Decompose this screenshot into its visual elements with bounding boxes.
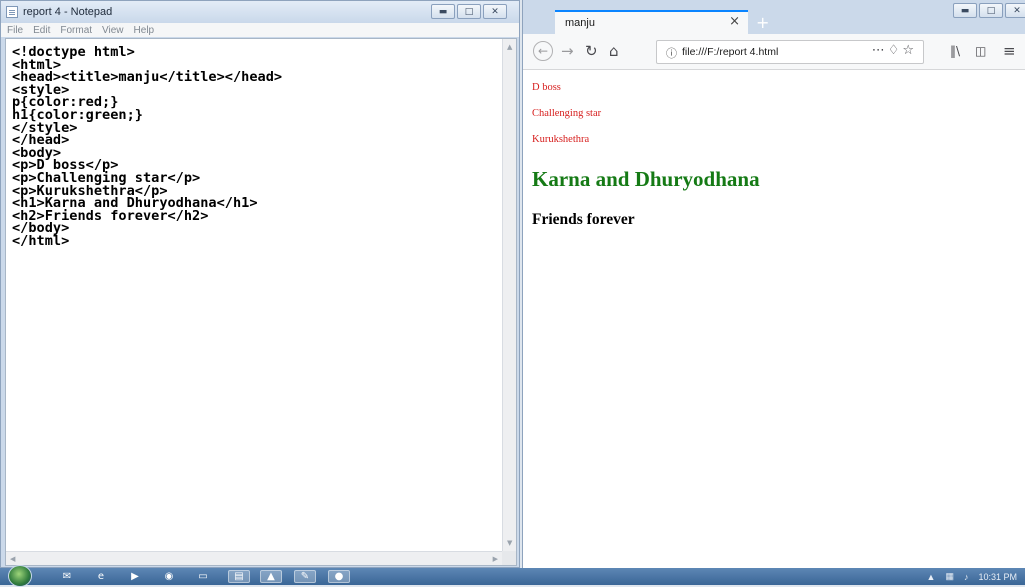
notepad-title: report 4 - Notepad: [23, 6, 113, 18]
notepad-text-area[interactable]: <!doctype html> <html> <head><title>manj…: [5, 38, 517, 566]
firefox-window: manju × + ▬ □ ✕ ← → ↻ ⌂ ⓘ file:///F:/rep…: [522, 0, 1025, 568]
taskbar-ie-icon[interactable]: e: [90, 570, 112, 583]
notepad-content[interactable]: <!doctype html> <html> <head><title>manj…: [12, 45, 282, 247]
tab-manju[interactable]: manju ×: [555, 10, 748, 34]
taskbar-paint-icon[interactable]: ✎: [294, 570, 316, 583]
minimize-icon[interactable]: ▬: [431, 4, 455, 19]
sidebar-icon[interactable]: ◫: [975, 42, 986, 60]
notepad-titlebar[interactable]: report 4 - Notepad ▬ □ ✕: [1, 1, 519, 23]
url-text[interactable]: file:///F:/report 4.html: [682, 46, 778, 58]
scroll-up-icon[interactable]: ▲: [507, 43, 512, 51]
menu-edit[interactable]: Edit: [33, 25, 50, 36]
back-arrow-icon[interactable]: ←: [533, 41, 553, 61]
horizontal-scrollbar[interactable]: ◀ ▶: [6, 551, 502, 565]
clock[interactable]: 10:31 PM: [978, 572, 1017, 582]
tab-close-icon[interactable]: ×: [729, 14, 740, 29]
scroll-down-icon[interactable]: ▼: [507, 539, 512, 547]
menu-format[interactable]: Format: [60, 25, 92, 36]
maximize-icon[interactable]: □: [457, 4, 481, 19]
notepad-window-controls: ▬ □ ✕: [431, 4, 507, 19]
system-tray: ▲ ▦ ♪ 10:31 PM: [927, 571, 1017, 582]
page-content: D boss Challenging star Kurukshethra Kar…: [523, 71, 1025, 568]
maximize-icon[interactable]: □: [979, 3, 1003, 18]
heading-1: Karna and Dhuryodhana: [532, 167, 760, 191]
vertical-scrollbar[interactable]: ▲ ▼: [502, 39, 516, 551]
close-icon[interactable]: ✕: [483, 4, 507, 19]
taskbar-acrobat-icon[interactable]: ▲: [260, 570, 282, 583]
info-icon[interactable]: ⓘ: [666, 45, 677, 61]
windows-start-icon[interactable]: [8, 565, 32, 587]
menu-help[interactable]: Help: [134, 25, 155, 36]
taskbar-notepad-icon[interactable]: ▤: [228, 570, 250, 583]
paragraph-d-boss: D boss: [532, 82, 561, 93]
notepad-menubar: File Edit Format View Help: [1, 23, 519, 37]
tray-arrow-icon[interactable]: ▲: [927, 572, 936, 582]
taskbar-folder-icon[interactable]: ▭: [192, 570, 214, 583]
taskbar-mail-icon[interactable]: ✉: [56, 570, 78, 583]
paragraph-kurukshethra: Kurukshethra: [532, 134, 590, 145]
scroll-right-icon[interactable]: ▶: [493, 555, 498, 563]
notepad-app-icon: [6, 6, 18, 18]
page-actions-icon[interactable]: ⋯♢☆: [872, 43, 917, 58]
scroll-left-icon[interactable]: ◀: [10, 555, 15, 563]
reload-icon[interactable]: ↻: [585, 42, 598, 60]
menu-icon[interactable]: ≡: [1003, 42, 1016, 60]
menu-file[interactable]: File: [7, 25, 23, 36]
resize-grip[interactable]: [502, 551, 516, 565]
paragraph-challenging-star: Challenging star: [532, 108, 602, 119]
taskbar: ✉ e ▶ ◉ ▭ ▤ ▲ ✎ ● ▲ ▦ ♪ 10:31 PM: [0, 565, 1025, 587]
home-icon[interactable]: ⌂: [609, 42, 619, 60]
forward-arrow-icon[interactable]: →: [561, 42, 574, 60]
minimize-icon[interactable]: ▬: [953, 3, 977, 18]
taskbar-firefox-icon[interactable]: ●: [328, 570, 350, 583]
heading-2: Friends forever: [532, 211, 635, 228]
tab-strip: manju × + ▬ □ ✕: [523, 0, 1025, 34]
library-icon[interactable]: ‖\: [950, 42, 960, 60]
close-icon[interactable]: ✕: [1005, 3, 1025, 18]
firefox-window-controls: ▬ □ ✕: [953, 3, 1025, 18]
taskbar-chrome-icon[interactable]: ◉: [158, 570, 180, 583]
new-tab-icon[interactable]: +: [756, 13, 769, 32]
volume-icon[interactable]: ♪: [964, 572, 969, 582]
notepad-window: report 4 - Notepad ▬ □ ✕ File Edit Forma…: [0, 0, 520, 568]
menu-view[interactable]: View: [102, 25, 124, 36]
navigation-toolbar: ← → ↻ ⌂ ⓘ file:///F:/report 4.html ⋯♢☆ ‖…: [523, 34, 1025, 70]
url-bar[interactable]: ⓘ file:///F:/report 4.html ⋯♢☆: [656, 40, 924, 64]
taskbar-media-icon[interactable]: ▶: [124, 570, 146, 583]
network-icon[interactable]: ▦: [945, 571, 954, 582]
tab-title: manju: [565, 17, 595, 29]
